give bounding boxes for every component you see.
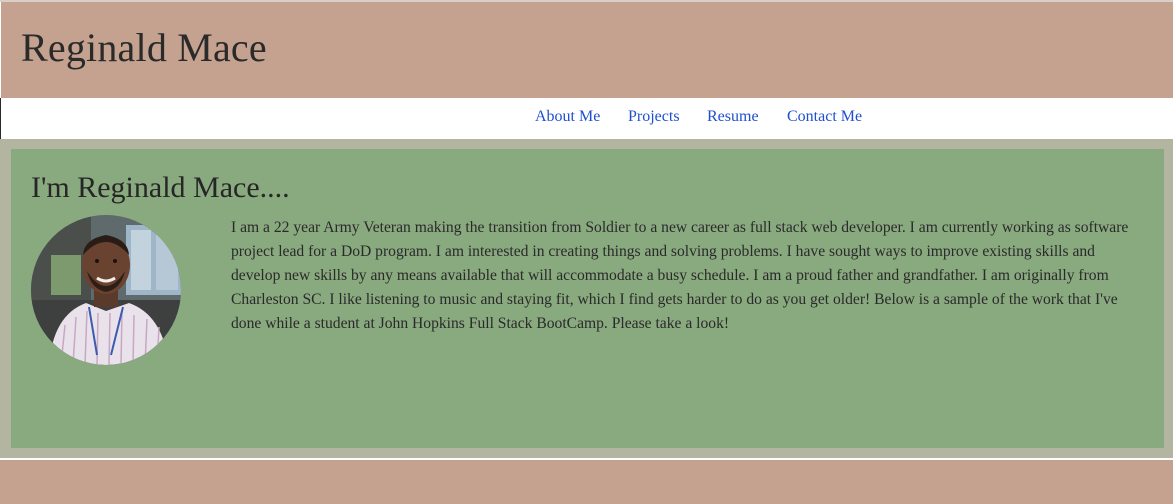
site-header: Reginald Mace: [1, 2, 1173, 98]
nav-link-contact-me[interactable]: Contact Me: [787, 108, 862, 126]
nav-link-projects[interactable]: Projects: [628, 108, 680, 126]
about-heading: I'm Reginald Mace....: [31, 171, 290, 204]
navbar: About Me Projects Resume Contact Me: [0, 98, 1173, 139]
profile-photo: [31, 215, 181, 365]
site-footer: [0, 460, 1173, 504]
profile-photo-image: [31, 215, 181, 365]
main-content: I'm Reginald Mace.... I am a 22 year Arm…: [0, 139, 1173, 458]
nav-link-resume[interactable]: Resume: [707, 108, 759, 126]
about-section: I'm Reginald Mace.... I am a 22 year Arm…: [11, 149, 1164, 448]
nav-link-about-me[interactable]: About Me: [535, 108, 600, 126]
about-bio: I am a 22 year Army Veteran making the t…: [231, 219, 1129, 332]
site-title: Reginald Mace: [21, 25, 267, 70]
